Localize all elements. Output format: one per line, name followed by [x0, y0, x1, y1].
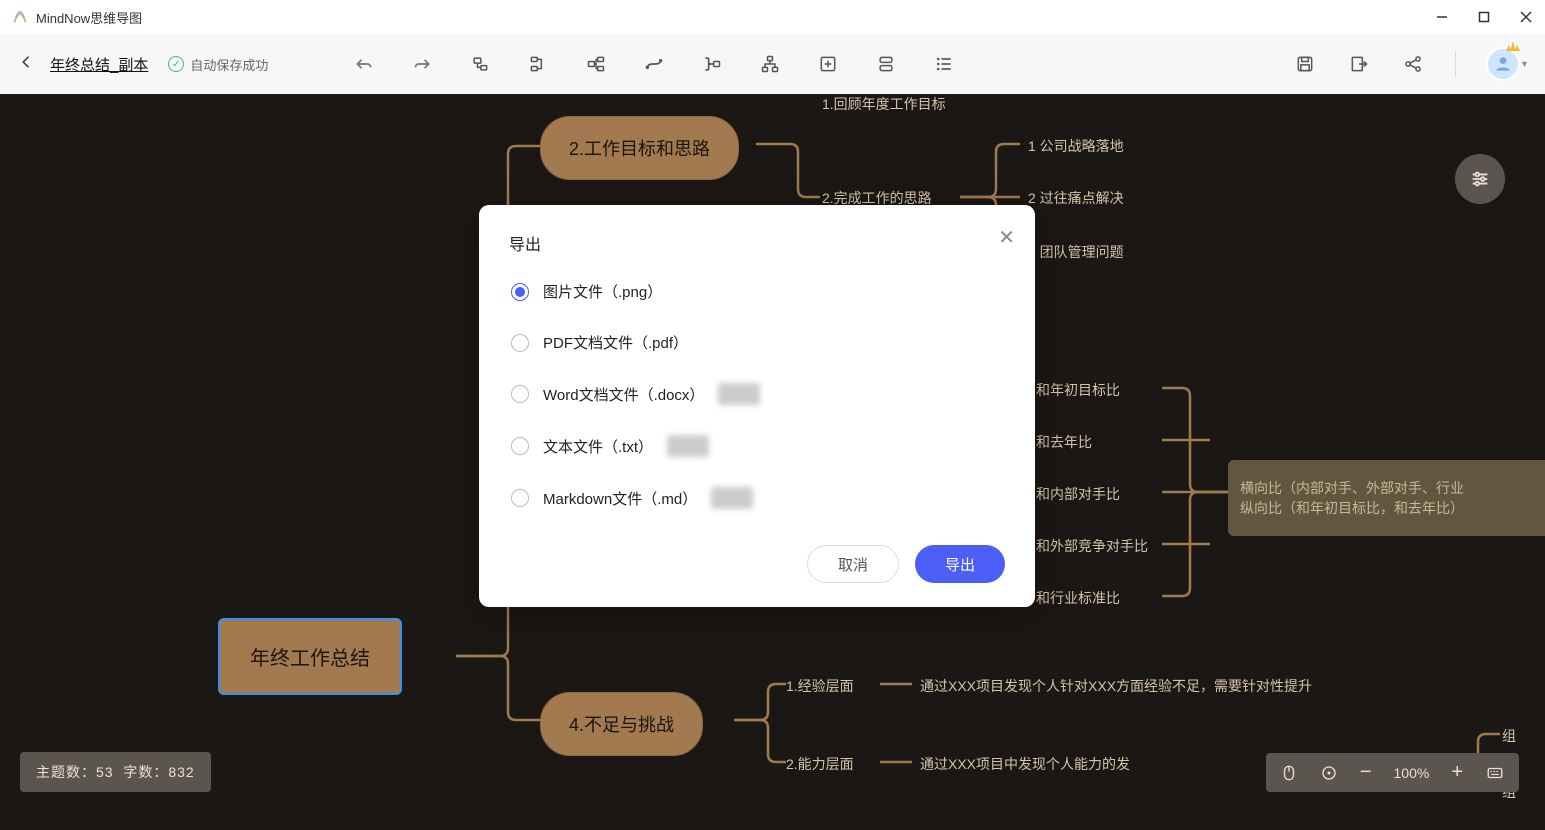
- cancel-button[interactable]: 取消: [807, 545, 899, 583]
- subtopic[interactable]: 通过XXX项目中发现个人能力的发: [920, 754, 1130, 774]
- export-option-label: 文本文件（.txt）: [543, 436, 653, 457]
- root-topic[interactable]: 年终工作总结: [218, 618, 402, 695]
- structure-button[interactable]: [758, 52, 782, 76]
- subtopic[interactable]: 通过XXX项目发现个人针对XXX方面经验不足，需要针对性提升: [920, 676, 1312, 696]
- app-logo-icon: [12, 9, 28, 25]
- window-minimize-button[interactable]: [1435, 10, 1449, 24]
- user-menu[interactable]: ▾: [1486, 47, 1527, 81]
- subtopic[interactable]: 1.经验层面: [786, 676, 854, 696]
- export-option-label: 图片文件（.png）: [543, 281, 662, 302]
- undo-button[interactable]: [352, 52, 376, 76]
- window-titlebar: MindNow思维导图: [0, 0, 1545, 34]
- subtopic[interactable]: 和外部竞争对手比: [1036, 536, 1148, 556]
- export-button[interactable]: [1347, 52, 1371, 76]
- back-button[interactable]: [18, 53, 36, 76]
- export-option[interactable]: PDF文档文件（.pdf）: [511, 332, 1005, 353]
- dialog-close-button[interactable]: ✕: [998, 225, 1015, 250]
- export-option-label: Word文档文件（.docx）: [543, 384, 704, 405]
- dialog-title: 导出: [509, 231, 1005, 255]
- document-title[interactable]: 年终总结_副本: [50, 54, 148, 75]
- canvas-bottom-controls: − 100% +: [1266, 753, 1519, 792]
- subtopic[interactable]: 和年初目标比: [1036, 380, 1120, 400]
- locate-center-button[interactable]: [1320, 764, 1338, 782]
- mindmap-canvas[interactable]: 年终工作总结 2.工作目标和思路 1.回顾年度工作目标 2.完成工作的思路 1 …: [0, 94, 1545, 830]
- vip-badge: [667, 435, 709, 457]
- check-icon: ✓: [168, 56, 184, 72]
- branch-topic-2[interactable]: 2.工作目标和思路: [540, 116, 739, 180]
- subtopic[interactable]: 2.能力层面: [786, 754, 854, 774]
- radio-icon: [511, 385, 529, 403]
- canvas-status: 主题数：53 字数：832: [20, 752, 211, 792]
- relation-line-button[interactable]: [642, 52, 666, 76]
- share-button[interactable]: [1401, 52, 1425, 76]
- radio-icon: [511, 437, 529, 455]
- export-option-label: PDF文档文件（.pdf）: [543, 332, 688, 353]
- keyboard-shortcuts-button[interactable]: [1485, 764, 1505, 782]
- zoom-in-button[interactable]: +: [1451, 761, 1463, 784]
- user-avatar-icon: [1486, 47, 1520, 81]
- subtopic[interactable]: 组: [1502, 726, 1516, 746]
- subtopic[interactable]: 1 公司战略落地: [1028, 136, 1124, 156]
- radio-icon: [511, 334, 529, 352]
- radio-icon: [511, 489, 529, 507]
- export-option[interactable]: 图片文件（.png）: [511, 281, 1005, 302]
- divider: [1455, 51, 1456, 77]
- subtopic[interactable]: 和行业标准比: [1036, 588, 1120, 608]
- subtopic[interactable]: 和去年比: [1036, 432, 1092, 452]
- toolbar-tools: [352, 52, 956, 76]
- mouse-mode-button[interactable]: [1280, 764, 1298, 782]
- summary-node[interactable]: 横向比（内部对手、外部对手、行业 纵向比（和年初目标比，和去年比）: [1228, 460, 1545, 536]
- chevron-down-icon: ▾: [1522, 59, 1527, 70]
- app-title: MindNow思维导图: [36, 8, 142, 27]
- branch-topic-4[interactable]: 4.不足与挑战: [540, 692, 703, 756]
- add-child-button[interactable]: [584, 52, 608, 76]
- export-options-list: 图片文件（.png） PDF文档文件（.pdf） Word文档文件（.docx） 文本…: [509, 281, 1005, 509]
- confirm-export-button[interactable]: 导出: [915, 545, 1005, 583]
- redo-button[interactable]: [410, 52, 434, 76]
- canvas-settings-button[interactable]: [1455, 154, 1505, 204]
- vip-badge: [711, 487, 753, 509]
- add-sibling-button[interactable]: [526, 52, 550, 76]
- add-subtopic-button[interactable]: [468, 52, 492, 76]
- summary-button[interactable]: [700, 52, 724, 76]
- export-option[interactable]: Markdown文件（.md）: [511, 487, 1005, 509]
- insert-button[interactable]: [816, 52, 840, 76]
- zoom-level: 100%: [1394, 765, 1430, 781]
- zoom-out-button[interactable]: −: [1360, 761, 1372, 784]
- export-option-label: Markdown文件（.md）: [543, 488, 697, 509]
- autosave-status: ✓ 自动保存成功: [168, 55, 268, 74]
- radio-icon: [511, 283, 529, 301]
- window-maximize-button[interactable]: [1477, 10, 1491, 24]
- window-close-button[interactable]: [1519, 10, 1533, 24]
- export-dialog: 导出 ✕ 图片文件（.png） PDF文档文件（.pdf） Word文档文件（.do…: [479, 205, 1035, 607]
- subtopic[interactable]: 和内部对手比: [1036, 484, 1120, 504]
- vip-badge: [718, 383, 760, 405]
- subtopic[interactable]: 2 过往痛点解决: [1028, 188, 1124, 208]
- outline-button[interactable]: [932, 52, 956, 76]
- export-option[interactable]: Word文档文件（.docx）: [511, 383, 1005, 405]
- subtopic[interactable]: 1.回顾年度工作目标: [822, 94, 946, 114]
- export-option[interactable]: 文本文件（.txt）: [511, 435, 1005, 457]
- main-toolbar: 年终总结_副本 ✓ 自动保存成功 ▾: [0, 34, 1545, 94]
- save-button[interactable]: [1293, 52, 1317, 76]
- subtopic[interactable]: 3 团队管理问题: [1028, 242, 1124, 262]
- style-button[interactable]: [874, 52, 898, 76]
